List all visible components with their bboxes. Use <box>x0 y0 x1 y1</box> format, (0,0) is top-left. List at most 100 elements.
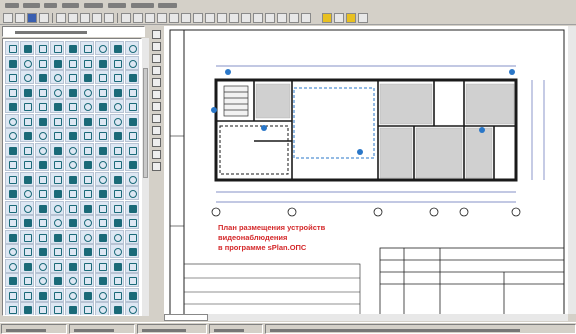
library-symbol[interactable] <box>20 55 34 70</box>
library-symbol[interactable] <box>80 215 94 229</box>
library-symbol[interactable] <box>80 287 94 302</box>
library-symbol[interactable] <box>95 99 109 113</box>
library-symbol[interactable] <box>95 70 109 84</box>
library-symbol[interactable] <box>20 41 34 55</box>
library-symbol[interactable] <box>125 84 139 99</box>
library-symbol[interactable] <box>20 258 34 273</box>
library-symbol[interactable] <box>80 244 94 258</box>
library-symbol[interactable] <box>50 41 64 55</box>
library-scroll-thumb[interactable] <box>143 68 148 178</box>
ellipse-icon[interactable] <box>152 66 161 75</box>
library-symbol[interactable] <box>20 287 34 302</box>
library-symbol[interactable] <box>110 171 124 186</box>
library-symbol[interactable] <box>110 258 124 273</box>
library-symbol[interactable] <box>110 157 124 171</box>
font-icon[interactable] <box>289 13 299 23</box>
library-symbol[interactable] <box>95 128 109 142</box>
library-symbol[interactable] <box>35 171 49 186</box>
library-symbol[interactable] <box>110 302 124 315</box>
library-symbol[interactable] <box>35 128 49 142</box>
help-icon[interactable] <box>358 13 368 23</box>
hatch-icon[interactable] <box>152 126 161 135</box>
library-symbol[interactable] <box>95 171 109 186</box>
library-symbol[interactable] <box>125 258 139 273</box>
library-symbol[interactable] <box>20 70 34 84</box>
library-symbol[interactable] <box>50 302 64 315</box>
library-symbol[interactable] <box>80 171 94 186</box>
menu-item-5[interactable] <box>84 3 103 8</box>
library-symbol[interactable] <box>5 70 19 84</box>
move-icon[interactable] <box>241 13 251 23</box>
library-symbol[interactable] <box>95 142 109 157</box>
library-symbol[interactable] <box>65 157 79 171</box>
library-symbol[interactable] <box>80 142 94 157</box>
properties-icon[interactable] <box>334 13 344 23</box>
redo-icon[interactable] <box>104 13 114 23</box>
library-symbol[interactable] <box>20 215 34 229</box>
library-symbol[interactable] <box>95 244 109 258</box>
library-symbol[interactable] <box>110 55 124 70</box>
library-symbol[interactable] <box>35 113 49 128</box>
library-symbol[interactable] <box>80 41 94 55</box>
canvas-horizontal-scrollbar[interactable] <box>164 314 568 321</box>
library-symbol[interactable] <box>110 200 124 215</box>
library-symbol[interactable] <box>20 128 34 142</box>
library-symbol[interactable] <box>5 171 19 186</box>
library-symbol[interactable] <box>5 215 19 229</box>
library-symbol[interactable] <box>35 287 49 302</box>
library-symbol[interactable] <box>65 258 79 273</box>
print-icon[interactable] <box>39 13 49 23</box>
library-symbol[interactable] <box>80 84 94 99</box>
cut-icon[interactable] <box>56 13 66 23</box>
library-symbol[interactable] <box>50 215 64 229</box>
align-icon[interactable] <box>157 13 167 23</box>
library-symbol[interactable] <box>110 229 124 244</box>
library-symbol[interactable] <box>65 229 79 244</box>
library-symbol[interactable] <box>20 84 34 99</box>
library-symbol[interactable] <box>125 171 139 186</box>
zoom-icon[interactable] <box>121 13 131 23</box>
library-symbol[interactable] <box>35 157 49 171</box>
library-symbol[interactable] <box>65 200 79 215</box>
library-symbol[interactable] <box>65 99 79 113</box>
library-symbol[interactable] <box>80 273 94 287</box>
save-icon[interactable] <box>27 13 37 23</box>
library-symbol[interactable] <box>95 157 109 171</box>
library-symbol[interactable] <box>20 171 34 186</box>
text-icon[interactable] <box>152 102 161 111</box>
library-symbol[interactable] <box>110 84 124 99</box>
library-symbol[interactable] <box>65 142 79 157</box>
library-symbol[interactable] <box>20 229 34 244</box>
library-symbol[interactable] <box>20 157 34 171</box>
library-symbol[interactable] <box>65 302 79 315</box>
library-symbol[interactable] <box>95 273 109 287</box>
library-symbol[interactable] <box>50 273 64 287</box>
line-icon[interactable] <box>152 42 161 51</box>
text-icon[interactable] <box>277 13 287 23</box>
drawing-canvas[interactable]: План размещения устройств видеонаблюдени… <box>164 26 568 317</box>
library-symbol[interactable] <box>65 113 79 128</box>
library-symbol[interactable] <box>95 302 109 315</box>
mirror-icon[interactable] <box>229 13 239 23</box>
library-symbol[interactable] <box>5 287 19 302</box>
library-symbol[interactable] <box>50 200 64 215</box>
image-icon[interactable] <box>152 138 161 147</box>
library-symbol[interactable] <box>110 128 124 142</box>
canvas-vertical-scrollbar[interactable] <box>568 26 576 314</box>
library-symbol[interactable] <box>125 157 139 171</box>
library-symbol[interactable] <box>50 99 64 113</box>
arc-icon[interactable] <box>152 78 161 87</box>
library-symbol[interactable] <box>50 186 64 200</box>
library-symbol[interactable] <box>95 200 109 215</box>
library-symbol[interactable] <box>35 186 49 200</box>
library-symbol[interactable] <box>110 273 124 287</box>
library-symbol[interactable] <box>95 186 109 200</box>
library-symbol[interactable] <box>50 258 64 273</box>
library-symbol[interactable] <box>5 302 19 315</box>
library-symbol[interactable] <box>50 229 64 244</box>
sheet-tab[interactable] <box>164 314 208 321</box>
library-symbol[interactable] <box>125 99 139 113</box>
library-symbol[interactable] <box>50 113 64 128</box>
menu-item-7[interactable] <box>131 3 154 8</box>
menu-item-6[interactable] <box>108 3 126 8</box>
